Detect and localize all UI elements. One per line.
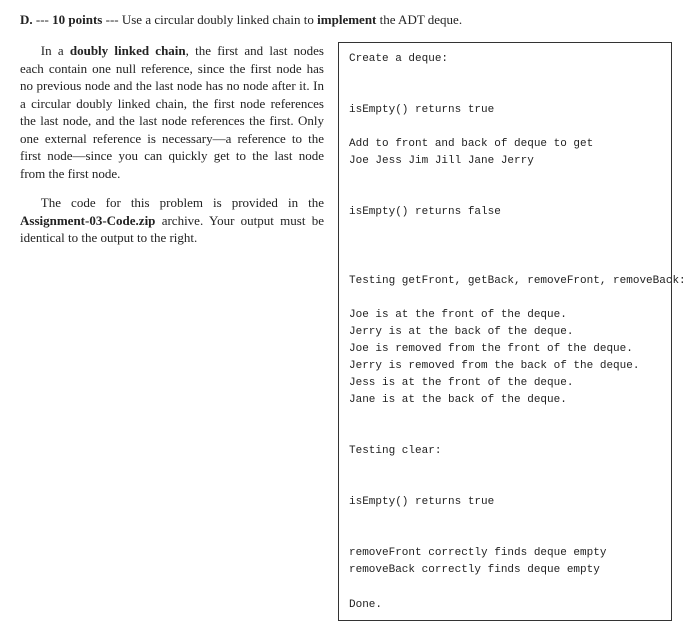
output-line <box>349 511 661 528</box>
output-line <box>349 170 661 187</box>
output-line <box>349 187 661 204</box>
output-line <box>349 119 661 136</box>
output-line: Add to front and back of deque to get <box>349 136 661 153</box>
header-text-after: the ADT deque. <box>376 12 462 27</box>
problem-header: D. --- 10 points --- Use a circular doub… <box>20 12 672 28</box>
output-line <box>349 528 661 545</box>
output-line: isEmpty() returns true <box>349 102 661 119</box>
output-line <box>349 579 661 596</box>
paragraph-2: The code for this problem is provided in… <box>20 194 324 247</box>
p1-bold: doubly linked chain <box>70 43 186 58</box>
output-line: Joe Jess Jim Jill Jane Jerry <box>349 153 661 170</box>
output-line: Jerry is at the back of the deque. <box>349 324 661 341</box>
output-line <box>349 477 661 494</box>
output-line: Jerry is removed from the back of the de… <box>349 358 661 375</box>
points-prefix: --- <box>36 12 52 27</box>
output-line: isEmpty() returns true <box>349 494 661 511</box>
p2-lead: The code for this problem is provided in… <box>41 195 324 210</box>
output-line: Done. <box>349 597 661 614</box>
content-row: In a doubly linked chain, the first and … <box>20 42 672 621</box>
output-line <box>349 409 661 426</box>
description-column: In a doubly linked chain, the first and … <box>20 42 324 247</box>
paragraph-1: In a doubly linked chain, the first and … <box>20 42 324 182</box>
output-line: Jane is at the back of the deque. <box>349 392 661 409</box>
output-line <box>349 426 661 443</box>
output-line <box>349 239 661 256</box>
output-line: Jess is at the front of the deque. <box>349 375 661 392</box>
problem-label: D. <box>20 12 33 27</box>
p1-rest: , the first and last nodes each contain … <box>20 43 324 181</box>
output-line <box>349 85 661 102</box>
output-line <box>349 460 661 477</box>
output-line: isEmpty() returns false <box>349 204 661 221</box>
output-line <box>349 256 661 273</box>
output-line <box>349 290 661 307</box>
header-bold: implement <box>317 12 376 27</box>
points-suffix: --- <box>102 12 122 27</box>
p2-bold: Assignment-03-Code.zip <box>20 213 155 228</box>
output-line: Testing clear: <box>349 443 661 460</box>
output-line: Testing getFront, getBack, removeFront, … <box>349 273 661 290</box>
points-value: 10 points <box>52 12 102 27</box>
output-line: removeBack correctly finds deque empty <box>349 562 661 579</box>
p1-lead: In a <box>41 43 70 58</box>
header-text-before: Use a circular doubly linked chain to <box>122 12 317 27</box>
output-line: Joe is removed from the front of the deq… <box>349 341 661 358</box>
output-line <box>349 68 661 85</box>
output-line: Joe is at the front of the deque. <box>349 307 661 324</box>
output-line: Create a deque: <box>349 51 661 68</box>
output-line: removeFront correctly finds deque empty <box>349 545 661 562</box>
output-box: Create a deque: isEmpty() returns true A… <box>338 42 672 621</box>
output-line <box>349 221 661 238</box>
